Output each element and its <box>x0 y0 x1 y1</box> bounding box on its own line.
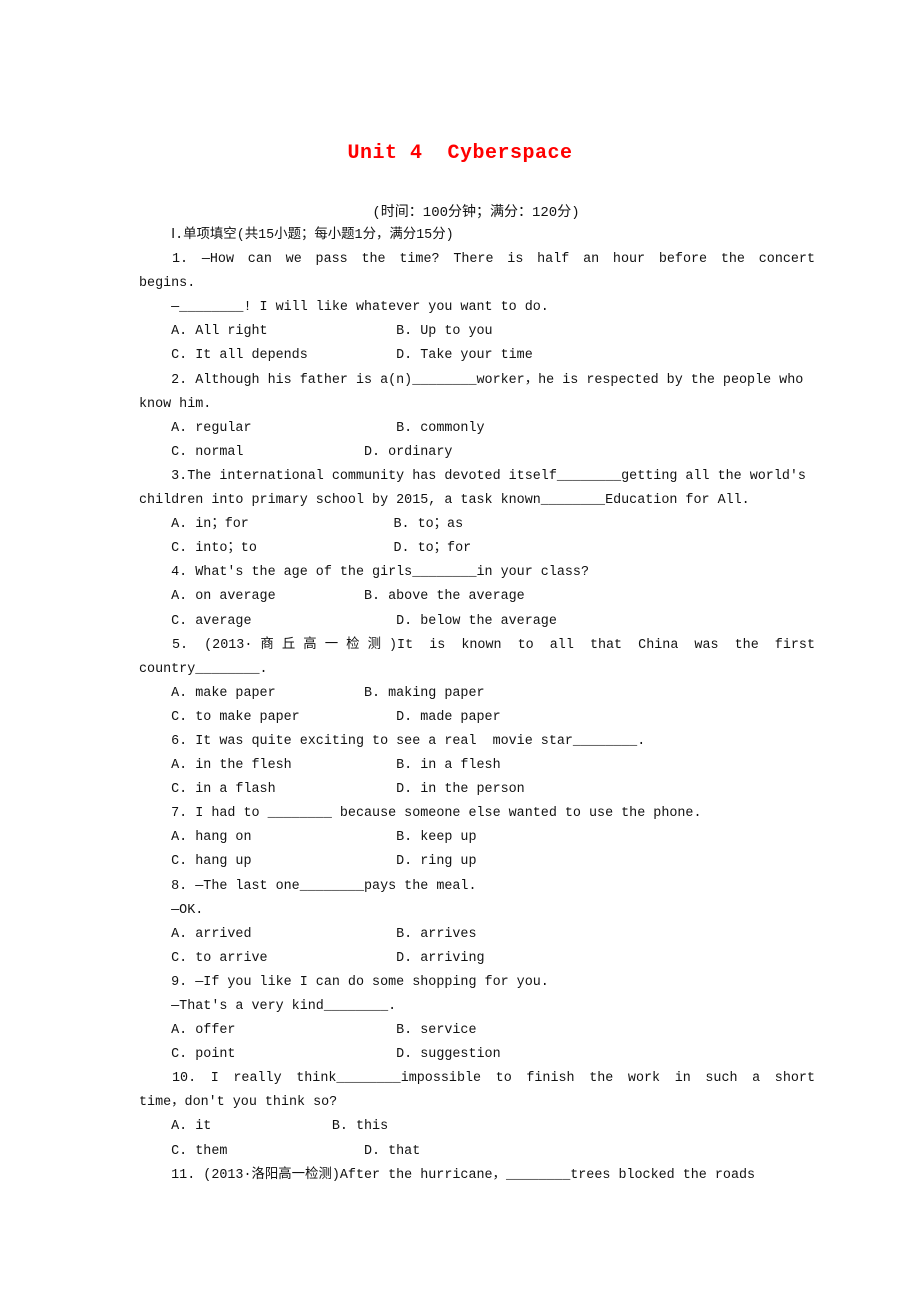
document-page: Unit 4 Cyberspace (时间：100分钟；满分：120分) Ⅰ.单… <box>0 0 920 1302</box>
text-line: Ⅰ.单项填空(共15小题；每小题1分，满分15分) <box>139 228 454 243</box>
text-line: C. hang up D. ring up <box>139 854 477 870</box>
text-line: A. in the flesh B. in a flesh <box>139 758 501 774</box>
text-line: 5. (2013·商丘高一检测)It is known to all that … <box>172 637 815 653</box>
text-line: —________! I will like whatever you want… <box>139 300 549 316</box>
text-line: —That's a very kind________. <box>139 999 397 1014</box>
text-line: begins. <box>139 276 196 292</box>
text-line: A. in；for B. to；as <box>139 517 464 533</box>
text-line: C. into；to D. to；for <box>139 541 472 557</box>
text-line: children into primary school by 2015, a … <box>139 493 750 509</box>
text-line: 4. What's the age of the girls________in… <box>139 565 589 581</box>
text-line: C. to arrive D. arriving <box>139 950 485 966</box>
text-line: C. them D. that <box>139 1143 421 1159</box>
text-line: C. in a flash D. in the person <box>139 782 525 798</box>
text-line: A. offer B. service <box>139 1023 477 1039</box>
exam-info: (时间：100分钟；满分：120分) <box>372 205 580 221</box>
text-line: 8. —The last one________pays the meal. <box>139 878 477 894</box>
text-line: 7. I had to ________ because someone els… <box>139 806 702 822</box>
text-line: country________. <box>139 661 268 677</box>
text-line: 1. —How can we pass the time? There is h… <box>172 252 815 268</box>
text-line: A. make paper B. making paper <box>139 685 485 701</box>
text-line: A. hang on B. keep up <box>139 830 477 846</box>
text-line: 11. (2013·洛阳高一检测)After the hurricane，___… <box>139 1167 756 1183</box>
text-line: time，don't you think so? <box>139 1095 338 1111</box>
document-title: Unit 4 Cyberspace <box>347 142 573 165</box>
text-line: A. it B. this <box>139 1119 389 1135</box>
text-line: C. point D. suggestion <box>139 1047 501 1063</box>
text-line: 10. I really think________impossible to … <box>172 1071 815 1087</box>
text-line: A. arrived B. arrives <box>139 926 477 942</box>
question-body: Ⅰ.单项填空(共15小题；每小题1分，满分15分) 1. —How can we … <box>139 224 815 1188</box>
text-line: know him. <box>139 396 212 412</box>
text-line: 2. Although his father is a(n)________wo… <box>139 372 804 388</box>
text-line: A. All right B. Up to you <box>139 324 493 340</box>
text-line: 3.The international community has devote… <box>139 468 806 484</box>
text-line: A. regular B. commonly <box>139 420 485 436</box>
text-line: —OK. <box>139 902 204 918</box>
text-line: C. normal D. ordinary <box>139 444 453 460</box>
text-line: 6. It was quite exciting to see a real m… <box>139 733 646 749</box>
text-line: C. to make paper D. made paper <box>139 709 501 725</box>
text-line: C. average D. below the average <box>139 613 557 629</box>
text-line: C. It all depends D. Take your time <box>139 348 533 364</box>
text-line: A. on average B. above the average <box>139 589 525 605</box>
text-line: 9. —If you like I can do some shopping f… <box>139 974 549 990</box>
